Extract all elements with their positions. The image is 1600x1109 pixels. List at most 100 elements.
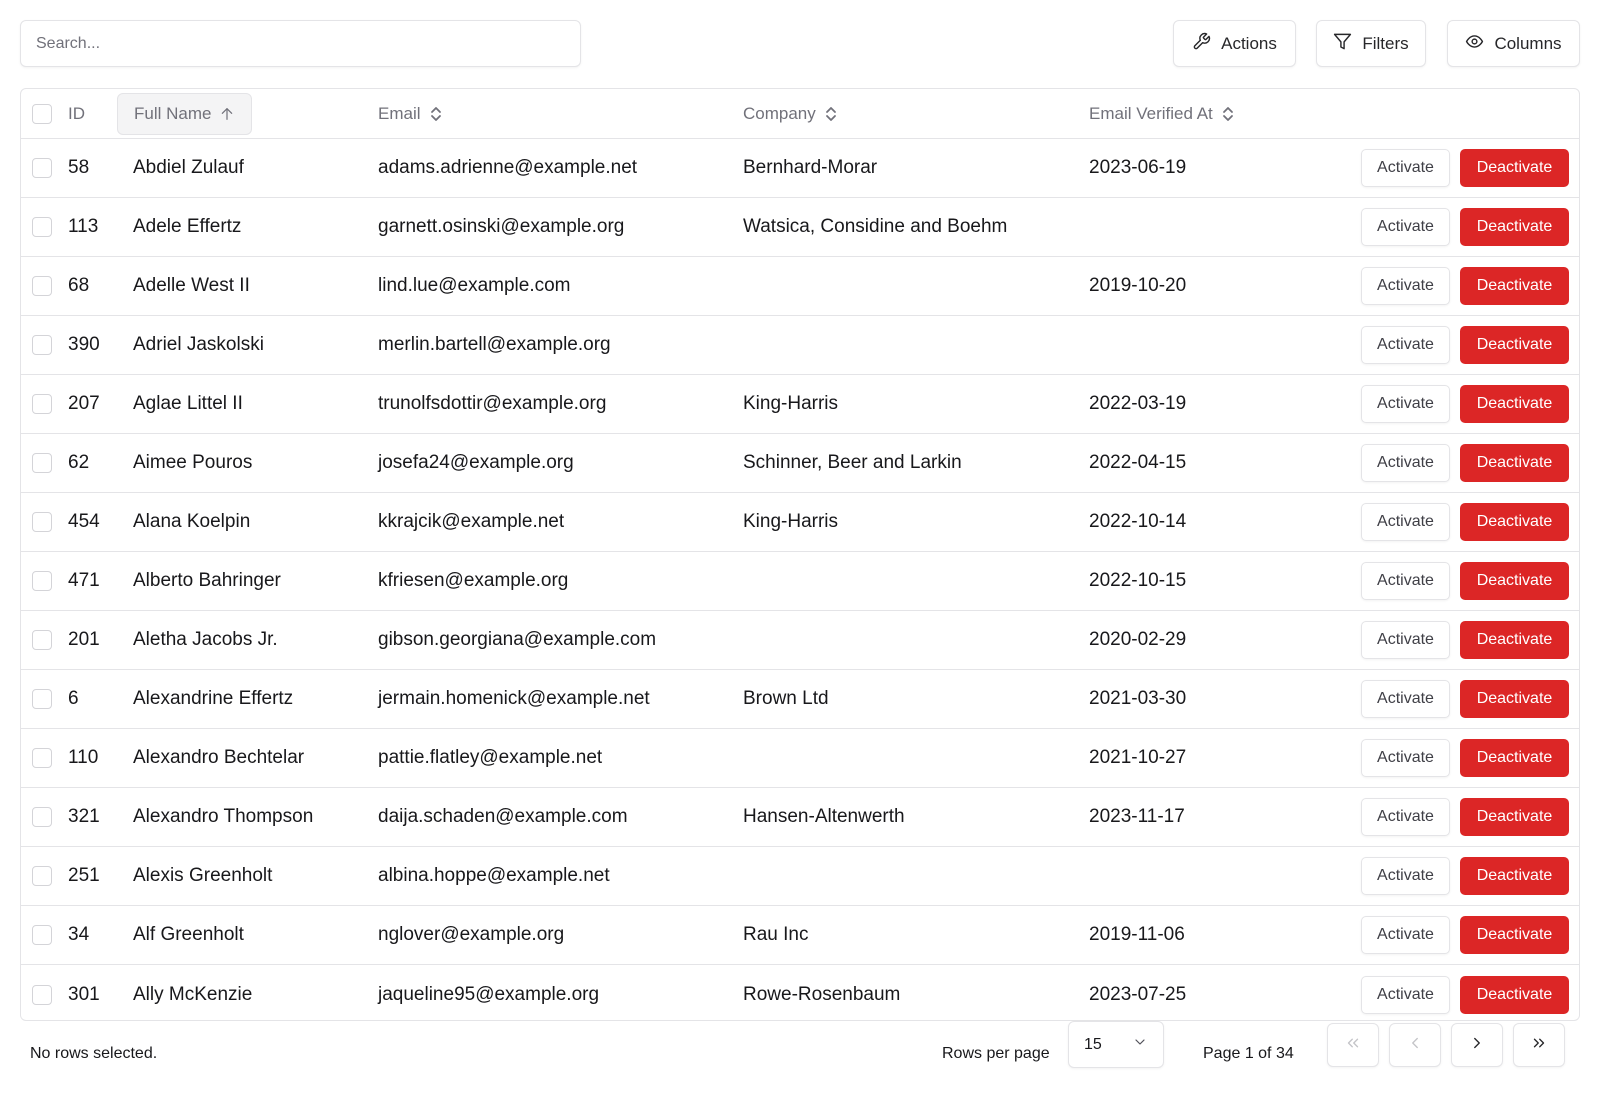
cell-id: 207 (68, 393, 100, 414)
cell-email-verified-at: 2022-10-14 (1089, 511, 1187, 532)
deactivate-button[interactable]: Deactivate (1460, 267, 1569, 305)
table-row: 251 Alexis Greenholt albina.hoppe@example.… (21, 847, 1579, 906)
row-checkbox[interactable] (32, 866, 52, 886)
cell-company: Watsica, Considine and Boehm (743, 216, 1008, 237)
deactivate-button[interactable]: Deactivate (1460, 798, 1569, 836)
activate-button[interactable]: Activate (1361, 621, 1450, 659)
activate-button[interactable]: Activate (1361, 385, 1450, 423)
row-checkbox[interactable] (32, 748, 52, 768)
deactivate-button[interactable]: Deactivate (1460, 975, 1569, 1014)
filters-button-label: Filters (1362, 33, 1409, 53)
cell-id: 201 (68, 629, 100, 650)
chevrons-up-down-icon (824, 106, 838, 122)
deactivate-button[interactable]: Deactivate (1460, 385, 1569, 423)
activate-button[interactable]: Activate (1361, 975, 1450, 1014)
cell-id: 68 (68, 275, 90, 296)
rows-per-page-select[interactable]: 15 (1068, 1021, 1164, 1068)
activate-button[interactable]: Activate (1361, 798, 1450, 836)
cell-email: adams.adrienne@example.net (378, 157, 638, 178)
deactivate-button[interactable]: Deactivate (1460, 916, 1569, 954)
row-checkbox[interactable] (32, 335, 52, 355)
chevrons-right-icon (1530, 1034, 1548, 1057)
column-header-company-label: Company (743, 103, 816, 123)
cell-company: King-Harris (743, 393, 839, 414)
columns-button-label: Columns (1494, 33, 1562, 53)
row-checkbox[interactable] (32, 512, 52, 532)
cell-full-name: Alexandrine Effertz (133, 688, 294, 709)
activate-button[interactable]: Activate (1361, 326, 1450, 364)
cell-id: 58 (68, 157, 90, 178)
row-checkbox[interactable] (32, 689, 52, 709)
activate-button[interactable]: Activate (1361, 208, 1450, 246)
row-checkbox[interactable] (32, 217, 52, 237)
activate-button[interactable]: Activate (1361, 562, 1450, 600)
sort-company-button[interactable]: Company (743, 104, 838, 124)
cell-email: trunolfsdottir@example.org (378, 393, 607, 414)
row-checkbox[interactable] (32, 394, 52, 414)
previous-page-button[interactable] (1389, 1023, 1441, 1067)
actions-button[interactable]: Actions (1173, 20, 1296, 67)
activate-button[interactable]: Activate (1361, 916, 1450, 954)
activate-button[interactable]: Activate (1361, 149, 1450, 187)
cell-email-verified-at: 2021-03-30 (1089, 688, 1187, 709)
chevron-down-icon (1132, 1034, 1148, 1055)
columns-button[interactable]: Columns (1447, 20, 1580, 67)
select-all-checkbox[interactable] (32, 103, 52, 124)
cell-id: 62 (68, 452, 90, 473)
row-checkbox-cell (32, 670, 52, 728)
actions-button-label: Actions (1221, 33, 1277, 53)
first-page-button[interactable] (1327, 1023, 1379, 1067)
row-actions: Activate Deactivate (1361, 965, 1569, 1020)
row-checkbox-cell (32, 493, 52, 551)
row-checkbox[interactable] (32, 571, 52, 591)
row-checkbox-cell (32, 611, 52, 669)
row-checkbox[interactable] (32, 630, 52, 650)
sort-full-name-button[interactable]: Full Name (117, 92, 253, 135)
deactivate-button[interactable]: Deactivate (1460, 562, 1569, 600)
row-checkbox[interactable] (32, 276, 52, 296)
deactivate-button[interactable]: Deactivate (1460, 149, 1569, 187)
row-checkbox[interactable] (32, 984, 52, 1005)
eye-icon (1465, 32, 1484, 56)
column-header-full-name-label: Full Name (134, 103, 212, 123)
deactivate-button[interactable]: Deactivate (1460, 444, 1569, 482)
column-header-email-label: Email (378, 103, 421, 123)
row-actions: Activate Deactivate (1361, 906, 1569, 964)
row-checkbox[interactable] (32, 158, 52, 178)
row-checkbox[interactable] (32, 453, 52, 473)
row-checkbox-cell (32, 729, 52, 787)
row-checkbox[interactable] (32, 925, 52, 945)
row-actions: Activate Deactivate (1361, 552, 1569, 610)
deactivate-button[interactable]: Deactivate (1460, 621, 1569, 659)
sort-email-button[interactable]: Email (378, 104, 443, 124)
filter-icon (1333, 32, 1352, 56)
cell-id: 251 (68, 865, 100, 886)
table-row: 113 Adele Effertz garnett.osinski@example.… (21, 198, 1579, 257)
activate-button[interactable]: Activate (1361, 739, 1450, 777)
cell-id: 6 (68, 688, 79, 709)
search-input[interactable] (20, 20, 581, 67)
activate-button[interactable]: Activate (1361, 680, 1450, 718)
cell-full-name: Abdiel Zulauf (133, 157, 244, 178)
deactivate-button[interactable]: Deactivate (1460, 739, 1569, 777)
activate-button[interactable]: Activate (1361, 267, 1450, 305)
activate-button[interactable]: Activate (1361, 444, 1450, 482)
deactivate-button[interactable]: Deactivate (1460, 680, 1569, 718)
activate-button[interactable]: Activate (1361, 857, 1450, 895)
next-page-button[interactable] (1451, 1023, 1503, 1067)
deactivate-button[interactable]: Deactivate (1460, 208, 1569, 246)
sort-email-verified-at-button[interactable]: Email Verified At (1089, 104, 1235, 124)
deactivate-button[interactable]: Deactivate (1460, 503, 1569, 541)
deactivate-button[interactable]: Deactivate (1460, 326, 1569, 364)
cell-email: daija.schaden@example.com (378, 806, 628, 827)
deactivate-button[interactable]: Deactivate (1460, 857, 1569, 895)
row-checkbox[interactable] (32, 807, 52, 827)
page-indicator: Page 1 of 34 (1203, 1045, 1294, 1062)
last-page-button[interactable] (1513, 1023, 1565, 1067)
cell-email: merlin.bartell@example.org (378, 334, 611, 355)
cell-email: pattie.flatley@example.net (378, 747, 603, 768)
activate-button[interactable]: Activate (1361, 503, 1450, 541)
filters-button[interactable]: Filters (1316, 20, 1426, 67)
cell-company: Bernhard-Morar (743, 157, 878, 178)
cell-full-name: Alexandro Bechtelar (133, 747, 305, 768)
